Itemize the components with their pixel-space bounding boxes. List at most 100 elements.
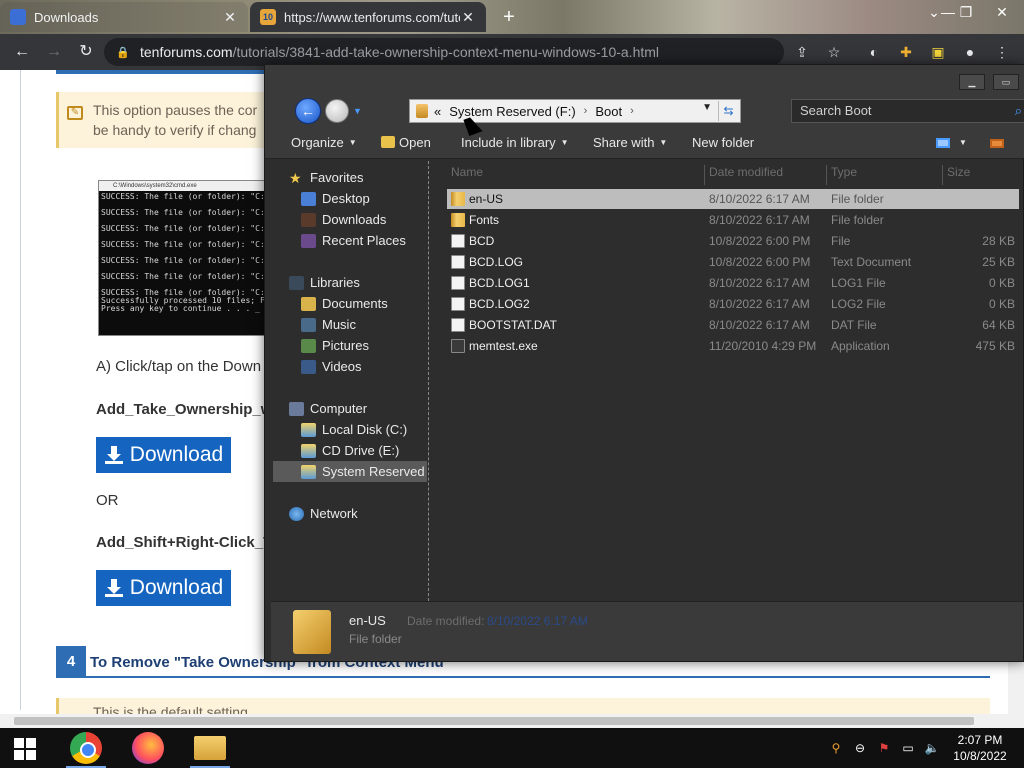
close-window-button[interactable]: ✕ <box>984 0 1020 30</box>
file-row-bcd-log2[interactable]: BCD.LOG2 8/10/2022 6:17 AM LOG2 File 0 K… <box>447 294 1019 314</box>
step-a-text: A) Click/tap on the Down <box>96 358 262 375</box>
scrollbar-thumb[interactable] <box>14 717 974 725</box>
profile-avatar-icon[interactable]: ● <box>960 42 980 62</box>
search-placeholder: Search Boot <box>800 103 872 118</box>
new-folder-button[interactable]: New folder <box>692 135 754 150</box>
bookmark-star-icon[interactable]: ☆ <box>824 42 844 62</box>
open-button[interactable]: Open <box>381 135 431 150</box>
explorer-nav-pane: ★ Favorites Desktop Downloads Recent Plac… <box>271 161 429 601</box>
file-row-memtest-exe[interactable]: memtest.exe 11/20/2010 4:29 PM Applicati… <box>447 336 1019 356</box>
column-header-date[interactable]: Date modified <box>709 165 827 185</box>
cmd-line: SUCCESS: The file (or folder): "C: <box>101 224 265 233</box>
firefox-icon[interactable] <box>132 732 164 764</box>
file-date: 8/10/2022 6:17 AM <box>709 213 810 227</box>
search-tray-icon[interactable]: ⚲ <box>828 740 844 756</box>
file-date: 8/10/2022 6:17 AM <box>709 297 810 311</box>
back-button[interactable]: ← <box>10 40 34 64</box>
breadcrumb-chevron-icon[interactable]: › <box>630 105 634 117</box>
file-explorer-icon[interactable] <box>194 736 226 760</box>
forward-button[interactable]: → <box>42 40 66 64</box>
download-button-2[interactable]: Download <box>96 570 231 606</box>
forward-arrow-icon[interactable] <box>325 99 349 123</box>
file-row-bcd-log1[interactable]: BCD.LOG1 8/10/2022 6:17 AM LOG1 File 0 K… <box>447 273 1019 293</box>
file-name: BCD <box>469 234 495 248</box>
search-input[interactable]: Search Boot ⌕ <box>791 99 1024 123</box>
preview-pane-icon[interactable] <box>989 137 1005 149</box>
minus-circle-icon[interactable]: ⊖ <box>852 740 868 756</box>
close-icon[interactable]: ✕ <box>460 9 476 26</box>
nav-libraries[interactable]: Libraries <box>289 272 445 293</box>
nav-downloads[interactable]: Downloads <box>301 209 457 230</box>
file-row-bcd-log[interactable]: BCD.LOG 10/8/2022 6:00 PM Text Document … <box>447 252 1019 272</box>
share-icon[interactable]: ⇪ <box>792 42 812 62</box>
page-horizontal-scrollbar[interactable] <box>0 714 1008 728</box>
nav-documents[interactable]: Documents <box>301 293 457 314</box>
restore-button[interactable]: ❐ <box>948 0 984 30</box>
column-header-name[interactable]: Name <box>451 165 705 185</box>
file-date: 8/10/2022 6:17 AM <box>709 192 810 206</box>
folder-icon <box>451 213 465 227</box>
address-bar[interactable]: 🔒 tenforums.com/tutorials/3841-add-take-… <box>104 38 784 66</box>
minimize-button[interactable]: ▁ <box>959 74 985 90</box>
breadcrumb-overflow[interactable]: « <box>434 104 441 119</box>
file-row-en-us[interactable]: en-US 8/10/2022 6:17 AM File folder <box>447 189 1019 209</box>
download-label: Download <box>129 443 224 466</box>
column-header-size[interactable]: Size <box>947 165 1019 185</box>
share-with-button[interactable]: Share with ▼ <box>593 135 667 150</box>
refresh-icon[interactable]: ⇆ <box>718 101 738 121</box>
sidebar-icon[interactable]: ▣ <box>928 42 948 62</box>
view-dropdown-icon[interactable]: ▼ <box>959 135 967 150</box>
chrome-icon[interactable] <box>70 732 102 764</box>
explorer-address-bar[interactable]: « System Reserved (F:) › Boot › ▼ ⇆ <box>409 99 741 123</box>
nav-desktop[interactable]: Desktop <box>301 188 457 209</box>
nav-favorites[interactable]: ★ Favorites <box>289 167 445 188</box>
start-windows-icon[interactable] <box>14 738 36 760</box>
tab-downloads[interactable]: Downloads ✕ <box>0 2 248 32</box>
nav-local-disk-c[interactable]: Local Disk (C:) <box>301 419 457 440</box>
organize-button[interactable]: Organize ▼ <box>291 135 357 150</box>
clock-time[interactable]: 2:07 PM <box>950 733 1010 747</box>
network-icon[interactable]: ▭ <box>900 740 916 756</box>
nav-videos[interactable]: Videos <box>301 356 457 377</box>
reload-button[interactable]: ↻ <box>74 40 98 64</box>
back-arrow-icon[interactable]: ← <box>295 98 321 124</box>
file-date: 8/10/2022 6:17 AM <box>709 318 810 332</box>
extensions-puzzle-icon[interactable]: ✚ <box>896 42 916 62</box>
flag-extension-icon[interactable]: ◐ <box>864 42 884 62</box>
file-row-bootstat-dat[interactable]: BOOTSTAT.DAT 8/10/2022 6:17 AM DAT File … <box>447 315 1019 335</box>
flag-icon[interactable]: ⚑ <box>876 740 892 756</box>
volume-icon[interactable]: 🔈 <box>924 740 940 756</box>
menu-kebab-icon[interactable]: ⋮ <box>992 42 1012 62</box>
search-icon[interactable]: ⌕ <box>1015 100 1022 122</box>
file-row-bcd[interactable]: BCD 10/8/2022 6:00 PM File 28 KB <box>447 231 1019 251</box>
nav-recent-places[interactable]: Recent Places <box>301 230 457 251</box>
history-dropdown-icon[interactable]: ▼ <box>353 106 362 116</box>
column-header-type[interactable]: Type <box>831 165 943 185</box>
nav-network[interactable]: Network <box>289 503 445 524</box>
file-row-fonts[interactable]: Fonts 8/10/2022 6:17 AM File folder <box>447 210 1019 230</box>
breadcrumb-system-reserved[interactable]: System Reserved (F:) <box>449 104 575 119</box>
nav-pictures[interactable]: Pictures <box>301 335 457 356</box>
tab-tenforums[interactable]: 10 https://www.tenforums.com/tutc ✕ <box>250 2 486 32</box>
nav-music[interactable]: Music <box>301 314 457 335</box>
note-text: be handy to verify if chang <box>93 122 257 138</box>
nav-system-reserved-f[interactable]: System Reserved (F:) <box>273 461 427 482</box>
explorer-titlebar[interactable]: ▁ ▭ <box>265 65 1024 93</box>
maximize-button[interactable]: ▭ <box>993 74 1019 90</box>
new-tab-button[interactable]: + <box>498 6 520 29</box>
open-icon <box>381 136 395 148</box>
download-button-1[interactable]: Download <box>96 437 231 473</box>
change-view-icon[interactable] <box>935 137 951 149</box>
clock-date[interactable]: 10/8/2022 <box>950 749 1010 763</box>
cmd-line: SUCCESS: The file (or folder): "C: <box>101 208 265 217</box>
cmd-title: C:\Windows\system32\cmd.exe <box>99 181 267 191</box>
breadcrumb-chevron-icon[interactable]: › <box>584 105 588 117</box>
file-icon <box>451 276 465 290</box>
close-icon[interactable]: ✕ <box>222 9 238 26</box>
address-dropdown-icon[interactable]: ▼ <box>702 102 712 113</box>
include-in-library-button[interactable]: Include in library ▼ <box>461 135 569 150</box>
breadcrumb-boot[interactable]: Boot <box>595 104 622 119</box>
nav-cd-drive-e[interactable]: CD Drive (E:) <box>301 440 457 461</box>
windows-taskbar: ⚲ ⊖ ⚑ ▭ 🔈 2:07 PM 10/8/2022 <box>0 728 1024 768</box>
nav-computer[interactable]: Computer <box>289 398 445 419</box>
